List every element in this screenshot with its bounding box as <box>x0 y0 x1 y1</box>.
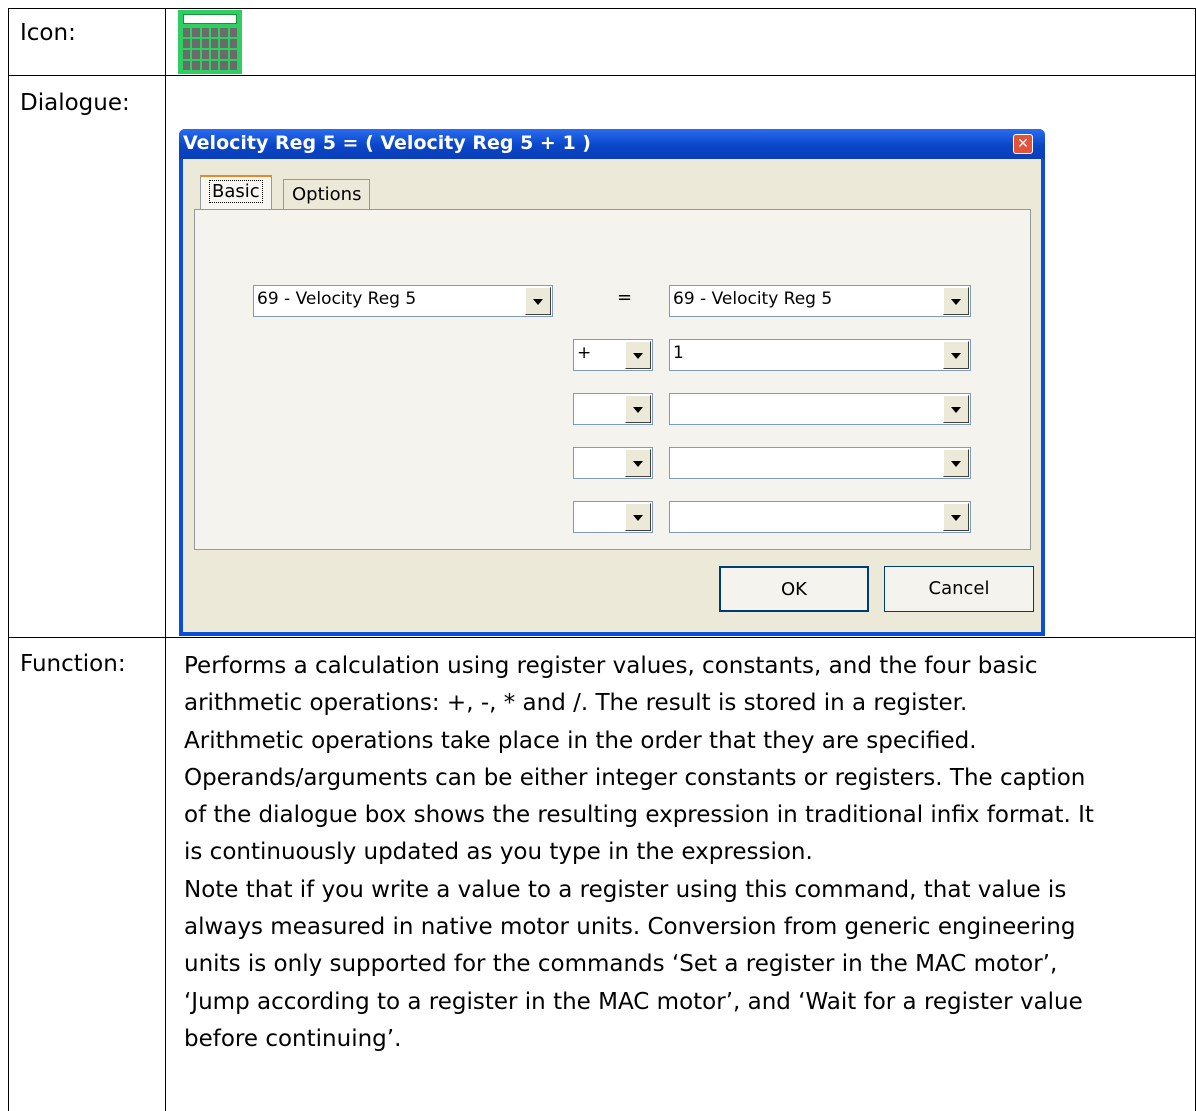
operand-value: 1 <box>673 343 684 363</box>
function-text-line: always measured in native motor units. C… <box>184 914 1076 941</box>
chevron-down-icon[interactable] <box>943 287 969 315</box>
function-text-line: is continuously updated as you type in t… <box>184 839 813 866</box>
dialog-titlebar[interactable]: Velocity Reg 5 = ( Velocity Reg 5 + 1 ) … <box>179 129 1045 159</box>
table-row-divider <box>8 637 1196 638</box>
table-column-divider <box>165 8 166 1111</box>
dialog-client-area: Basic Options 69 - Velocity Reg 5 = 69 -… <box>183 159 1041 632</box>
close-button[interactable]: ✕ <box>1013 134 1033 154</box>
equals-sign: = <box>617 287 633 308</box>
chevron-down-icon[interactable] <box>625 341 651 369</box>
operand-combo[interactable] <box>669 501 971 533</box>
chevron-down-icon[interactable] <box>525 287 551 315</box>
operator-combo[interactable] <box>573 447 653 479</box>
function-description: Performs a calculation using register va… <box>184 648 1184 1058</box>
chevron-down-icon[interactable] <box>625 449 651 477</box>
basic-tab-panel <box>194 209 1031 550</box>
chevron-down-icon[interactable] <box>625 503 651 531</box>
ok-button[interactable]: OK <box>719 566 869 612</box>
function-text-line: Arithmetic operations take place in the … <box>184 727 977 754</box>
dialog-title: Velocity Reg 5 = ( Velocity Reg 5 + 1 ) <box>183 132 591 154</box>
tab-basic-label: Basic <box>209 180 263 203</box>
function-text-line: arithmetic operations: +, -, * and /. Th… <box>184 690 968 717</box>
operator-combo[interactable] <box>573 501 653 533</box>
function-text-line: Operands/arguments can be either integer… <box>184 764 1086 791</box>
dialogue-row-label: Dialogue: <box>20 90 130 116</box>
first-operand-value: 69 - Velocity Reg 5 <box>673 289 833 309</box>
icon-row-label: Icon: <box>20 20 76 46</box>
tab-options-label: Options <box>292 184 362 205</box>
chevron-down-icon[interactable] <box>943 503 969 531</box>
tab-basic[interactable]: Basic <box>200 175 272 209</box>
function-text-line: before continuing’. <box>184 1025 402 1052</box>
function-text-line: of the dialogue box shows the resulting … <box>184 802 1094 829</box>
calculator-keypad <box>183 28 237 70</box>
table-border-top <box>8 8 1196 9</box>
function-row-label: Function: <box>20 651 126 677</box>
target-register-value: 69 - Velocity Reg 5 <box>257 289 417 309</box>
function-text-line: Note that if you write a value to a regi… <box>184 876 1067 903</box>
calculator-icon <box>178 10 242 74</box>
chevron-down-icon[interactable] <box>943 395 969 423</box>
function-text-line: units is only supported for the commands… <box>184 951 1058 978</box>
chevron-down-icon[interactable] <box>943 449 969 477</box>
operand-combo[interactable] <box>669 447 971 479</box>
chevron-down-icon[interactable] <box>943 341 969 369</box>
calculator-display <box>183 14 237 24</box>
function-text-line: Performs a calculation using register va… <box>184 653 1038 679</box>
target-register-combo[interactable]: 69 - Velocity Reg 5 <box>253 285 553 317</box>
operator-combo[interactable] <box>573 393 653 425</box>
table-border-left <box>8 8 9 1111</box>
function-text-line: ‘Jump according to a register in the MAC… <box>184 988 1083 1015</box>
cancel-button[interactable]: Cancel <box>884 566 1034 612</box>
operand-combo[interactable] <box>669 393 971 425</box>
operator-combo[interactable]: + <box>573 339 653 371</box>
operand-combo[interactable]: 1 <box>669 339 971 371</box>
tab-options[interactable]: Options <box>283 179 371 209</box>
chevron-down-icon[interactable] <box>625 395 651 423</box>
calculation-dialog: Velocity Reg 5 = ( Velocity Reg 5 + 1 ) … <box>179 129 1045 636</box>
operator-value: + <box>577 343 592 363</box>
table-row-divider <box>8 75 1196 76</box>
first-operand-combo[interactable]: 69 - Velocity Reg 5 <box>669 285 971 317</box>
